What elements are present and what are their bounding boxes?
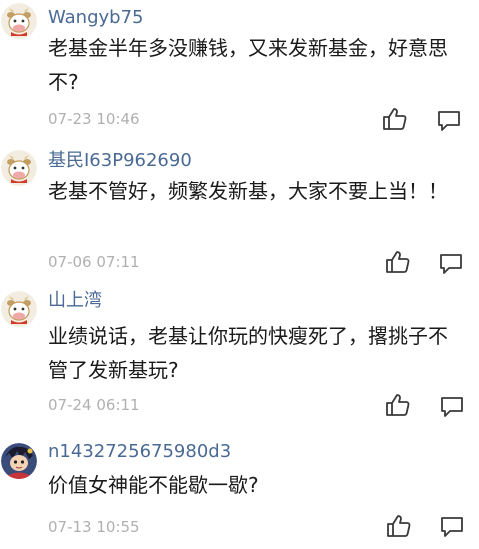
thumbs-up-icon [383, 108, 407, 130]
comment-timestamp: 07-23 10:46 [48, 110, 140, 128]
comment-text: 老基金半年多没赚钱，又来发新基金，好意思不? [48, 36, 448, 94]
comment-item: 山上湾 业绩说话，老基让你玩的快瘦死了，撂挑子不管了发新基玩? 07-24 06… [0, 274, 479, 417]
like-button[interactable] [382, 107, 408, 131]
comment-bubble-icon [438, 111, 460, 131]
reply-button[interactable] [439, 515, 465, 539]
avatar[interactable] [1, 150, 37, 186]
comment-text: 业绩说话，老基让你玩的快瘦死了，撂挑子不管了发新基玩? [48, 324, 448, 382]
like-button[interactable] [385, 250, 411, 274]
comment-text: 老基不管好，频繁发新基，大家不要上当！！ [48, 179, 448, 203]
thumbs-up-icon [386, 251, 410, 273]
cartoon-cow-avatar-icon [1, 150, 37, 186]
username[interactable]: Wangyb75 [48, 7, 144, 29]
cartoon-cow-avatar-icon [1, 3, 37, 39]
comment-timestamp: 07-13 10:55 [48, 518, 140, 536]
comment-item: Wangyb75 老基金半年多没赚钱，又来发新基金，好意思不? 07-23 10… [0, 0, 479, 137]
thumbs-up-icon [387, 515, 411, 537]
avatar[interactable] [1, 3, 37, 39]
comment-item: 基民I63P962690 老基不管好，频繁发新基，大家不要上当！！ 07-06 … [0, 137, 479, 274]
like-button[interactable] [386, 514, 412, 538]
cartoon-cow-avatar-icon [1, 291, 37, 327]
reply-button[interactable] [438, 252, 464, 276]
comment-text: 价值女神能不能歇一歇? [48, 473, 259, 497]
username[interactable]: 基民I63P962690 [48, 150, 192, 172]
comment-timestamp: 07-06 07:11 [48, 253, 140, 271]
comment-item: n1432725675980d3 价值女神能不能歇一歇? 07-13 10:55 [0, 411, 479, 549]
avatar[interactable] [1, 443, 37, 479]
comment-bubble-icon [441, 517, 463, 537]
username[interactable]: n1432725675980d3 [48, 441, 231, 463]
reply-button[interactable] [436, 109, 462, 133]
comment-bubble-icon [440, 254, 462, 274]
username[interactable]: 山上湾 [48, 290, 102, 312]
anime-character-avatar-icon [1, 443, 37, 479]
comment-list: Wangyb75 老基金半年多没赚钱，又来发新基金，好意思不? 07-23 10… [0, 0, 479, 549]
avatar[interactable] [1, 291, 37, 327]
